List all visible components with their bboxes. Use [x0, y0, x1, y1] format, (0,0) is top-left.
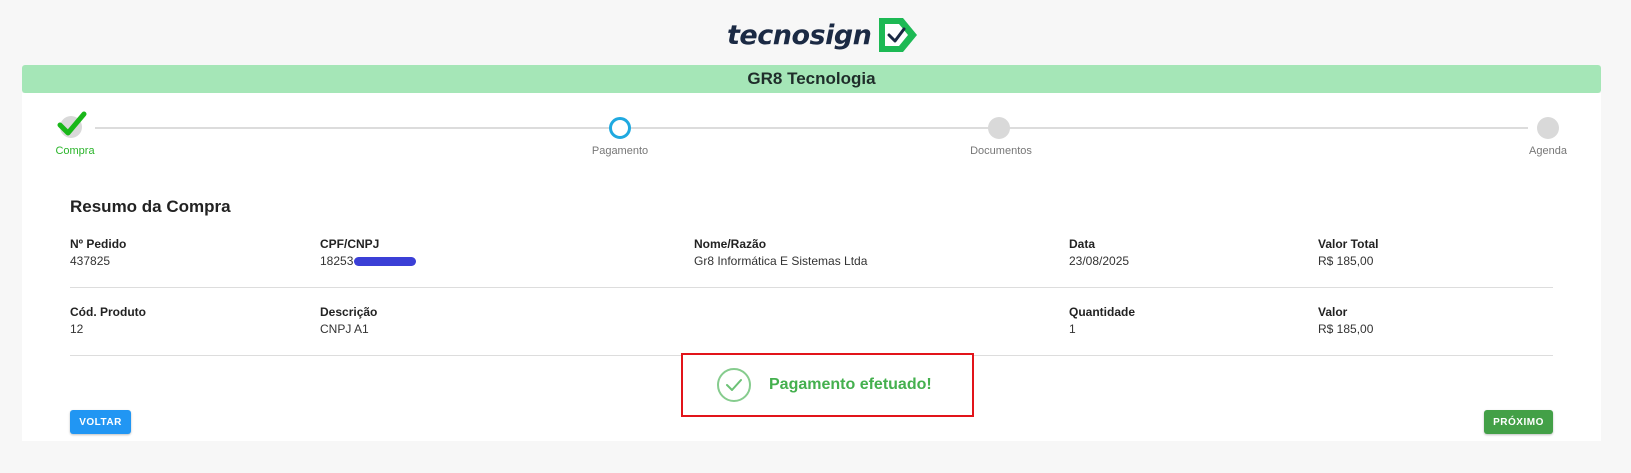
step-agenda-label: Agenda: [1529, 145, 1567, 157]
name-field: Nome/Razão Gr8 Informática E Sistemas Lt…: [694, 236, 867, 269]
total-value: R$ 185,00: [1318, 254, 1374, 268]
company-name: GR8 Tecnologia: [747, 69, 876, 88]
summary-title: Resumo da Compra: [70, 197, 231, 216]
brand-logo: tecnosign: [727, 14, 921, 56]
name-value: Gr8 Informática E Sistemas Ltda: [694, 254, 868, 268]
order-number-field: Nº Pedido 437825: [70, 236, 126, 269]
step-documentos-label: Documentos: [970, 145, 1032, 157]
date-label: Data: [1069, 237, 1096, 251]
redaction-scribble: [354, 257, 417, 267]
description-label: Descrição: [320, 305, 378, 319]
document-value: 18253: [320, 253, 417, 269]
value-value: R$ 185,00: [1318, 322, 1374, 336]
step-compra-label: Compra: [55, 145, 95, 157]
step-documentos-circle: [988, 117, 1010, 139]
document-field: CPF/CNPJ 18253: [320, 236, 417, 269]
next-button[interactable]: PRÓXIMO: [1484, 410, 1553, 434]
quantity-label: Quantidade: [1069, 305, 1136, 319]
order-number-label: Nº Pedido: [70, 237, 127, 251]
quantity-field: Quantidade 1: [1069, 304, 1135, 337]
document-label: CPF/CNPJ: [320, 237, 380, 251]
total-field: Valor Total R$ 185,00: [1318, 236, 1378, 269]
value-field: Valor R$ 185,00: [1318, 304, 1373, 337]
description-value: CNPJ A1: [320, 322, 369, 336]
total-label: Valor Total: [1318, 237, 1379, 251]
step-pagamento-label: Pagamento: [591, 145, 649, 157]
quantity-value: 1: [1069, 322, 1076, 336]
document-visible-digits: 18253: [320, 254, 354, 268]
date-value: 23/08/2025: [1069, 254, 1130, 268]
check-circle-icon: [717, 368, 751, 402]
company-banner: GR8 Tecnologia: [22, 65, 1601, 93]
name-label: Nome/Razão: [694, 237, 767, 251]
payment-success-alert: Pagamento efetuado!: [681, 353, 974, 417]
shield-check-icon: [879, 18, 918, 52]
step-agenda-circle: [1537, 117, 1559, 139]
description-field: Descrição CNPJ A1: [320, 304, 377, 337]
product-code-value: 12: [70, 322, 84, 336]
payment-success-message: Pagamento efetuado!: [769, 376, 932, 393]
value-label: Valor: [1318, 305, 1348, 319]
stepper-track: [95, 127, 1528, 129]
step-pagamento-circle: [609, 117, 631, 139]
order-number-value: 437825: [70, 254, 111, 268]
check-icon: [57, 111, 87, 136]
check-icon: [726, 379, 742, 391]
date-field: Data 23/08/2025: [1069, 236, 1129, 269]
product-code-field: Cód. Produto 12: [70, 304, 146, 337]
brand-name: tecnosign: [727, 19, 872, 51]
back-button[interactable]: VOLTAR: [70, 410, 131, 434]
divider: [70, 287, 1553, 288]
product-code-label: Cód. Produto: [70, 305, 146, 319]
